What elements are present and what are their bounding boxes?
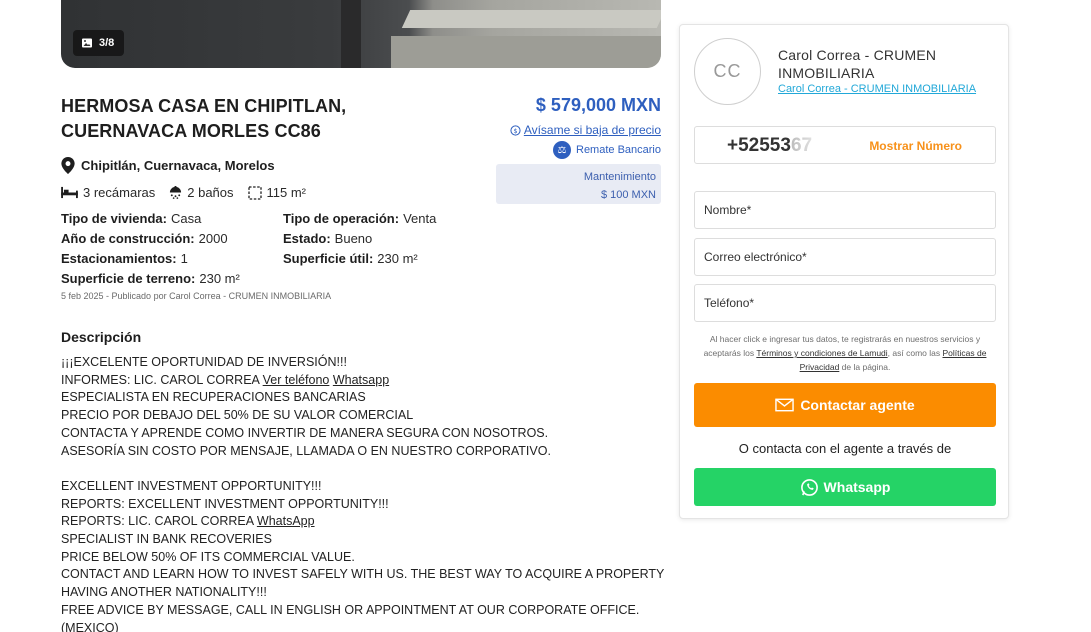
photo-door-shape (341, 0, 361, 68)
bathrooms-text: 2 baños (187, 185, 234, 200)
spec-value: 230 m² (377, 251, 418, 266)
remate-label: Remate Bancario (576, 144, 661, 156)
svg-text:$: $ (513, 126, 517, 134)
description-line: SPECIALIST IN BANK RECOVERIES (61, 532, 272, 547)
price-alert-link[interactable]: $ Avísame si baja de precio (510, 123, 661, 137)
spec-value: 230 m² (199, 271, 240, 286)
photo-counter-text: 3/8 (99, 37, 115, 49)
phone-field[interactable] (694, 284, 996, 322)
envelope-icon (775, 398, 795, 412)
photo-step-shape (391, 36, 661, 68)
name-field[interactable] (694, 191, 996, 229)
description-heading: Descripción (61, 329, 142, 345)
contact-agent-button[interactable]: Contactar agente (694, 383, 996, 427)
phone-number-visible: +52553 (727, 135, 791, 156)
title-line: HERMOSA CASA EN CHIPITLAN, (61, 96, 347, 116)
description-line: HAVING ANOTHER NATIONALITY!!! (61, 585, 267, 600)
maintenance-value: $ 100 MXN (600, 189, 656, 201)
area-icon (247, 185, 262, 200)
bed-icon (61, 186, 78, 199)
description-text: REPORTS: LIC. CAROL CORREA (61, 514, 257, 529)
legal-notice: Al hacer click e ingresar tus datos, te … (694, 332, 996, 374)
agent-avatar: CC (694, 38, 761, 105)
spec-label: Año de construcción: (61, 231, 195, 246)
listing-price: $ 579,000 MXN (535, 95, 661, 115)
property-photo[interactable]: 3/8 (61, 0, 661, 68)
dollar-circle-icon: $ (510, 124, 521, 136)
location-text: Chipitlán, Cuernavaca, Morelos (81, 158, 275, 173)
description-line: CONTACTA Y APRENDE COMO INVERTIR DE MANE… (61, 425, 549, 440)
maintenance-label: Mantenimiento (583, 171, 656, 183)
spec-item: Superficie de terreno: 230 m² (61, 271, 240, 286)
or-contact-text: O contacta con el agente a través de (738, 441, 952, 456)
price-alert-label: Avísame si baja de precio (523, 123, 661, 137)
email-field[interactable] (694, 238, 996, 276)
spec-item: Tipo de vivienda: Casa (61, 211, 201, 226)
agent-name: Carol Correa - CRUMEN INMOBILIARIA (778, 47, 937, 81)
description-text: INFORMES: LIC. CAROL CORREA (61, 372, 263, 387)
spec-item: Estacionamientos: 1 (61, 251, 188, 266)
description-line: EXCELLENT INVESTMENT OPPORTUNITY!!! (61, 478, 322, 493)
legal-text: de la página. (839, 362, 891, 372)
listing-title: HERMOSA CASA EN CHIPITLAN, CUERNAVACA MO… (61, 94, 441, 144)
published-info: 5 feb 2025 - Publicado por Carol Correa … (61, 291, 332, 301)
map-pin-icon (61, 157, 75, 174)
description-line: ¡¡¡EXCELENTE OPORTUNIDAD DE INVERSIÓN!!! (61, 355, 347, 369)
description-body: ¡¡¡EXCELENTE OPORTUNIDAD DE INVERSIÓN!!!… (61, 354, 665, 632)
features-row: 3 recámaras 2 baños 115 m² (61, 185, 306, 200)
description-line: ESPECIALISTA EN RECUPERACIONES BANCARIAS (61, 390, 366, 405)
shower-icon (170, 186, 182, 199)
spec-label: Tipo de vivienda: (61, 211, 167, 226)
spec-label: Estacionamientos: (61, 251, 177, 266)
description-line: FREE ADVICE BY MESSAGE, CALL IN ENGLISH … (61, 602, 640, 617)
spec-value: Casa (170, 211, 202, 226)
phone-reveal-box[interactable]: +5255367 Mostrar Número (694, 126, 996, 164)
description-line: ASESORÍA SIN COSTO POR MENSAJE, LLAMADA … (61, 443, 551, 458)
spec-value: Bueno (334, 231, 373, 246)
spec-value: 1 (180, 251, 188, 266)
spec-value: Venta (403, 211, 437, 226)
spec-label: Superficie de terreno: (61, 271, 196, 286)
contact-panel: CC Carol Correa - CRUMEN INMOBILIARIA Ca… (679, 24, 1009, 519)
agent-profile-link[interactable]: Carol Correa - CRUMEN INMOBILIARIA (778, 83, 976, 95)
description-line: INFORMES: LIC. CAROL CORREA Ver teléfono… (61, 372, 661, 390)
terms-link[interactable]: Términos y condiciones de Lamudi (756, 348, 887, 358)
whatsapp-button[interactable]: Whatsapp (694, 468, 996, 506)
spec-item: Superficie útil: 230 m² (283, 251, 418, 266)
description-line: PRICE BELOW 50% OF ITS COMMERCIAL VALUE. (61, 549, 355, 564)
whatsapp-link[interactable]: WhatsApp (257, 514, 315, 528)
spec-label: Tipo de operación: (283, 211, 400, 226)
spec-value: 2000 (198, 231, 228, 246)
phone-fade-overlay (790, 129, 830, 162)
spec-label: Superficie útil: (283, 251, 374, 266)
bedrooms-text: 3 recámaras (83, 185, 156, 200)
gavel-icon: ⚖ (553, 141, 571, 159)
description-line: (MEXICO) (61, 620, 119, 632)
whatsapp-icon (800, 478, 818, 496)
title-line: CUERNAVACA MORLES CC86 (61, 121, 321, 141)
whatsapp-link[interactable]: Whatsapp (333, 373, 389, 387)
view-phone-link[interactable]: Ver teléfono (263, 373, 330, 387)
description-line: PRECIO POR DEBAJO DEL 50% DE SU VALOR CO… (61, 408, 414, 423)
maintenance-box: Mantenimiento $ 100 MXN (496, 164, 661, 204)
photo-counter-badge[interactable]: 3/8 (73, 30, 125, 56)
contact-agent-label: Contactar agente (800, 397, 915, 413)
area-text: 115 m² (266, 185, 307, 200)
image-icon (82, 38, 92, 48)
spec-label: Estado: (283, 231, 331, 246)
photo-step-shape (401, 10, 661, 28)
show-number-button[interactable]: Mostrar Número (869, 139, 962, 153)
description-line: CONTACT AND LEARN HOW TO INVEST SAFELY W… (61, 567, 665, 582)
spec-item: Estado: Bueno (283, 231, 372, 246)
remate-badge: ⚖ Remate Bancario (553, 141, 661, 159)
description-line: REPORTS: EXCELLENT INVESTMENT OPPORTUNIT… (61, 496, 389, 511)
listing-location: Chipitlán, Cuernavaca, Morelos (61, 157, 275, 174)
whatsapp-label: Whatsapp (823, 479, 891, 495)
legal-text: , así como las (887, 348, 943, 358)
spec-item: Tipo de operación: Venta (283, 211, 436, 226)
description-line: REPORTS: LIC. CAROL CORREA WhatsApp (61, 513, 661, 531)
spec-item: Año de construcción: 2000 (61, 231, 228, 246)
